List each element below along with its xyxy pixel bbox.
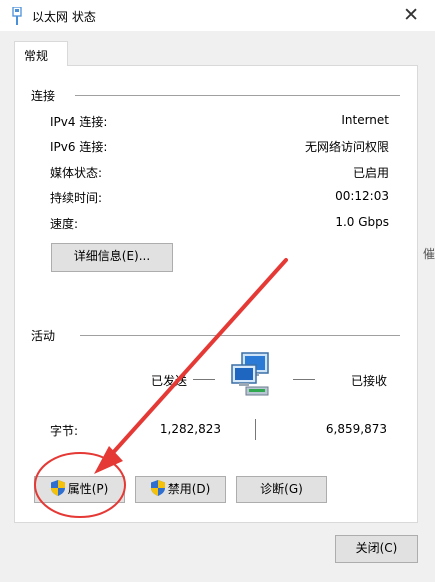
close-icon[interactable]: ✕ (403, 4, 419, 26)
properties-button[interactable]: 属性(P) (34, 476, 125, 503)
network-computers-icon (231, 352, 269, 396)
bytes-sent-value: 1,282,823 (159, 422, 221, 436)
media-state-value: 已启用 (352, 166, 389, 180)
close-button-label: 关闭(C) (355, 541, 398, 555)
speed-label: 速度: (50, 217, 79, 231)
background-window-text: 催 (422, 247, 435, 261)
duration-value: 00:12:03 (335, 189, 389, 203)
connection-divider (75, 95, 400, 96)
ipv6-value: 无网络访问权限 (304, 140, 389, 154)
sent-line (193, 379, 215, 380)
media-state-label: 媒体状态: (50, 166, 103, 180)
activity-divider (80, 335, 400, 336)
ethernet-icon (12, 7, 22, 25)
title-bar: 以太网 状态 ✕ (0, 0, 435, 31)
uac-shield-icon (50, 480, 65, 496)
details-button[interactable]: 详细信息(E)... (51, 243, 173, 272)
activity-section-label: 活动 (31, 329, 56, 343)
bytes-divider (255, 419, 256, 440)
bytes-received-value: 6,859,873 (325, 422, 387, 436)
ipv4-value: Internet (341, 113, 389, 127)
received-line (293, 379, 315, 380)
window-title: 以太网 状态 (32, 10, 96, 24)
disable-button-label: 禁用(D) (167, 482, 211, 496)
disable-button[interactable]: 禁用(D) (135, 476, 226, 503)
close-button[interactable]: 关闭(C) (335, 535, 418, 563)
sent-label: 已发送 (151, 374, 188, 388)
tab-general-label: 常规 (24, 49, 49, 63)
general-panel: 连接 IPv4 连接: Internet IPv6 连接: 无网络访问权限 媒体… (14, 65, 418, 523)
received-label: 已接收 (350, 374, 387, 388)
bytes-label: 字节: (50, 424, 79, 438)
tab-general[interactable]: 常规 (14, 41, 68, 66)
connection-section-label: 连接 (31, 89, 56, 103)
duration-label: 持续时间: (50, 191, 103, 205)
details-button-label: 详细信息(E)... (73, 249, 151, 263)
properties-button-label: 属性(P) (67, 482, 109, 496)
ipv4-label: IPv4 连接: (50, 115, 108, 129)
ipv6-label: IPv6 连接: (50, 140, 108, 154)
diagnose-button[interactable]: 诊断(G) (236, 476, 327, 503)
diagnose-button-label: 诊断(G) (260, 482, 303, 496)
uac-shield-icon (150, 480, 165, 496)
speed-value: 1.0 Gbps (335, 215, 389, 229)
